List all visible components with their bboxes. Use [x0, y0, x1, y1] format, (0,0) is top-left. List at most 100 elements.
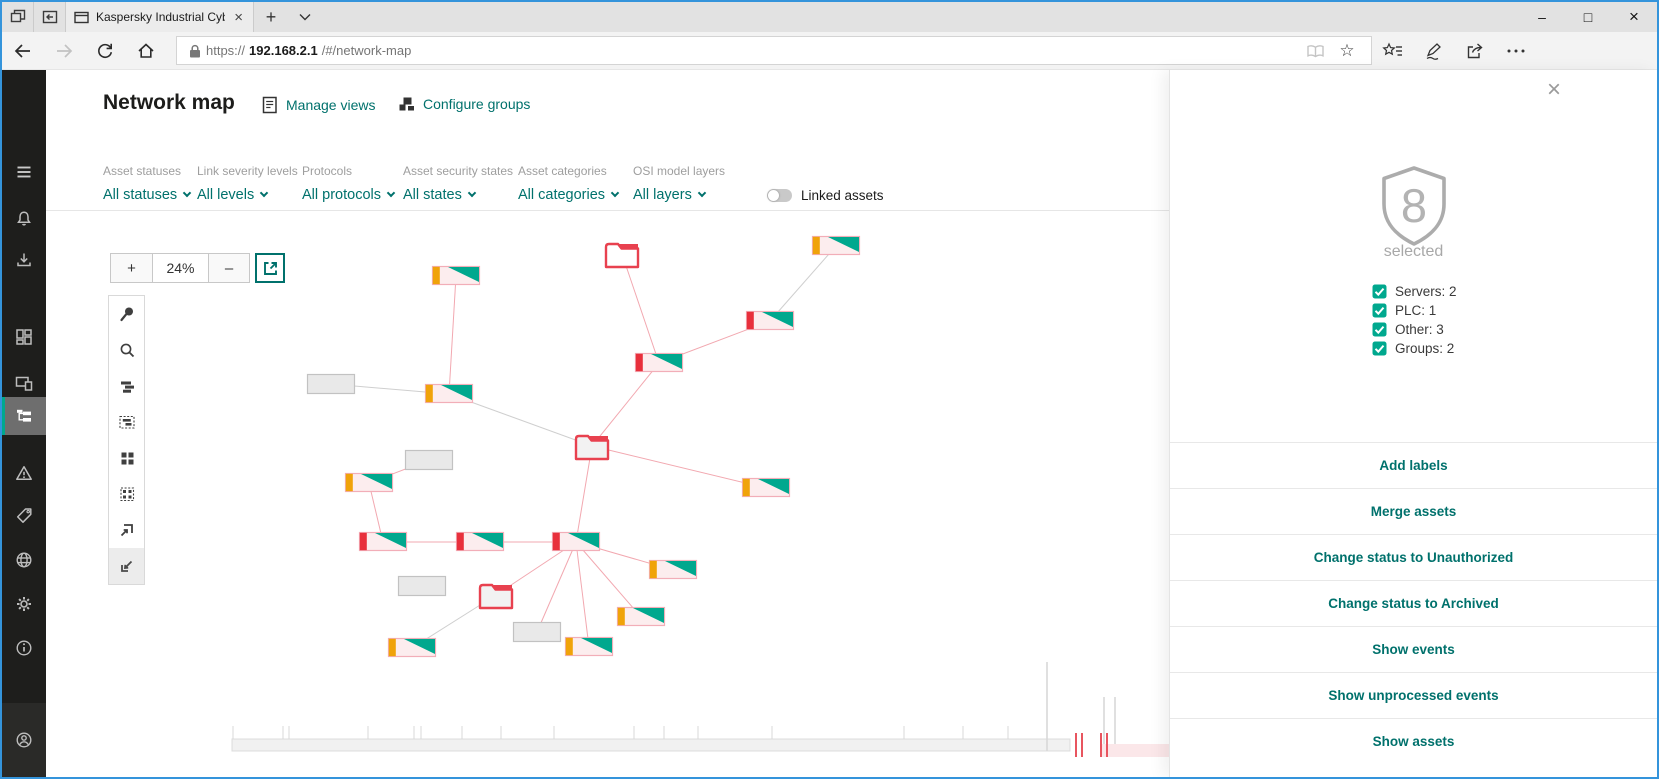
map-node-box[interactable] — [406, 451, 453, 470]
group-tool[interactable] — [109, 440, 144, 476]
sidebar-dashboard-button[interactable] — [2, 318, 46, 356]
category-row: PLC: 1 — [1372, 301, 1457, 320]
map-node-asset-orange[interactable] — [743, 479, 790, 497]
home-icon — [136, 41, 156, 60]
tab-list-icon — [41, 8, 59, 26]
collapse-node-tool[interactable] — [109, 548, 144, 584]
network-map-canvas[interactable]: + 24% – — [46, 212, 1169, 777]
sidebar-settings-button[interactable] — [2, 585, 46, 623]
select-layers-icon — [118, 413, 136, 431]
filter-value-dropdown-asset-categories[interactable]: All categories — [518, 187, 618, 203]
action-change-status-to-unauthorized[interactable]: Change status to Unauthorized — [1170, 534, 1657, 580]
map-tool-palette — [108, 295, 145, 585]
url-input[interactable]: https://192.168.2.1/#/network-map ☆ — [176, 36, 1372, 65]
refresh-button[interactable] — [84, 32, 125, 70]
new-tab-button[interactable]: + — [254, 2, 288, 32]
map-node-asset-red[interactable] — [360, 533, 407, 551]
zoom-out-button[interactable]: – — [208, 254, 249, 282]
forward-button[interactable] — [43, 32, 84, 70]
forward-arrow-icon — [54, 42, 74, 60]
sidebar-account-button[interactable] — [2, 721, 46, 759]
map-node-asset-orange[interactable] — [813, 237, 860, 255]
maximize-button[interactable]: □ — [1565, 2, 1611, 32]
sidebar-events-button[interactable] — [2, 454, 46, 492]
filter-asset-statuses: Asset statusesAll statuses — [103, 164, 190, 203]
filter-value-dropdown-protocols[interactable]: All protocols — [302, 187, 394, 203]
filter-value-dropdown-link-severity-levels[interactable]: All levels — [197, 187, 298, 203]
share-button[interactable] — [1454, 32, 1495, 70]
action-add-labels[interactable]: Add labels — [1170, 442, 1657, 488]
fullscreen-button[interactable] — [255, 253, 285, 283]
sidebar-tags-button[interactable] — [2, 497, 46, 535]
action-show-unprocessed-events[interactable]: Show unprocessed events — [1170, 672, 1657, 718]
map-node-group[interactable] — [606, 244, 638, 267]
panel-close-button[interactable]: × — [1547, 78, 1561, 102]
checkbox-checked[interactable] — [1372, 284, 1387, 299]
linked-assets-label: Linked assets — [801, 188, 884, 203]
linked-assets-toggle[interactable] — [767, 189, 792, 202]
sidebar-downloads-button[interactable] — [2, 241, 46, 279]
map-node-asset-orange[interactable] — [346, 474, 393, 492]
hub-star-icon — [1382, 42, 1403, 60]
sidebar-network-map-button[interactable] — [2, 397, 46, 435]
document-icon — [262, 96, 278, 114]
select-layers-tool[interactable] — [109, 404, 144, 440]
map-node-asset-orange[interactable] — [650, 561, 697, 579]
tab-chevron-button[interactable] — [288, 2, 322, 32]
map-link-pink — [576, 542, 589, 647]
reading-view-button[interactable] — [1301, 43, 1329, 59]
tabs-preview-button[interactable] — [34, 2, 66, 32]
map-node-asset-orange[interactable] — [433, 267, 480, 285]
filter-value-dropdown-osi-model-layers[interactable]: All layers — [633, 187, 725, 203]
map-node-asset-orange[interactable] — [566, 638, 613, 656]
manage-views-button[interactable]: Manage views — [262, 96, 376, 114]
map-node-asset-red[interactable] — [636, 354, 683, 372]
favorites-hub-button[interactable] — [1372, 32, 1413, 70]
configure-groups-button[interactable]: Configure groups — [398, 96, 530, 112]
timeline[interactable] — [232, 662, 1169, 757]
sidebar-notifications-button[interactable] — [2, 200, 46, 238]
map-node-box[interactable] — [308, 375, 355, 394]
sidebar-network-button[interactable] — [2, 541, 46, 579]
filter-value-dropdown-asset-statuses[interactable]: All statuses — [103, 187, 190, 203]
more-options-button[interactable] — [1495, 32, 1536, 70]
map-node-group[interactable] — [480, 585, 512, 608]
map-link-pink — [622, 254, 659, 363]
action-show-assets[interactable]: Show assets — [1170, 718, 1657, 764]
back-button[interactable] — [2, 32, 43, 70]
favorite-star-button[interactable]: ☆ — [1333, 41, 1361, 61]
checkbox-checked[interactable] — [1372, 303, 1387, 318]
checkbox-checked[interactable] — [1372, 322, 1387, 337]
zoom-node-tool[interactable] — [109, 296, 144, 332]
map-node-group[interactable] — [576, 436, 608, 459]
action-merge-assets[interactable]: Merge assets — [1170, 488, 1657, 534]
map-node-box[interactable] — [514, 623, 561, 642]
assets-icon — [14, 373, 34, 393]
minimize-button[interactable]: – — [1519, 2, 1565, 32]
zoom-tool[interactable] — [109, 332, 144, 368]
map-node-asset-orange[interactable] — [389, 639, 436, 657]
filter-value-dropdown-asset-security-states[interactable]: All states — [403, 187, 513, 203]
map-link-pink — [576, 542, 641, 617]
map-node-asset-red[interactable] — [457, 533, 504, 551]
select-group-tool[interactable] — [109, 476, 144, 512]
browser-tab[interactable]: Kaspersky Industrial Cyb × — [66, 2, 254, 32]
map-node-box[interactable] — [399, 577, 446, 596]
map-node-asset-red[interactable] — [747, 312, 794, 330]
sidebar-about-button[interactable] — [2, 629, 46, 667]
map-node-asset-orange[interactable] — [426, 385, 473, 403]
map-node-asset-orange[interactable] — [618, 608, 665, 626]
set-aside-tabs-button[interactable] — [2, 2, 34, 32]
window-close-button[interactable]: × — [1611, 2, 1657, 32]
zoom-in-button[interactable]: + — [111, 254, 153, 282]
sidebar-menu-button[interactable] — [2, 153, 46, 191]
checkbox-checked[interactable] — [1372, 341, 1387, 356]
action-change-status-to-archived[interactable]: Change status to Archived — [1170, 580, 1657, 626]
map-node-asset-red[interactable] — [553, 533, 600, 551]
tab-close-button[interactable]: × — [232, 10, 245, 25]
home-button[interactable] — [125, 32, 166, 70]
move-to-group-tool[interactable] — [109, 512, 144, 548]
layers-tool[interactable] — [109, 368, 144, 404]
web-note-button[interactable] — [1413, 32, 1454, 70]
action-show-events[interactable]: Show events — [1170, 626, 1657, 672]
